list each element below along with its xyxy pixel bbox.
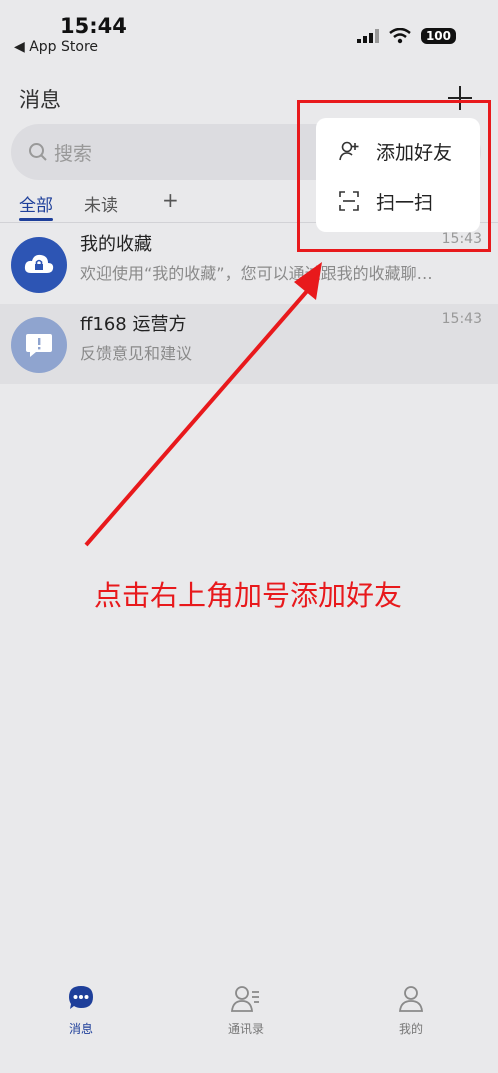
tab-label: 消息 (68, 1022, 93, 1036)
tab-me[interactable]: 我的 (351, 980, 471, 1040)
tab-contacts[interactable]: 通讯录 (186, 980, 306, 1040)
bottom-tab-bar: 消息 通讯录 我的 (0, 980, 498, 1040)
tab-messages[interactable]: 消息 (21, 980, 141, 1040)
profile-icon (399, 986, 423, 1012)
tab-label: 通讯录 (227, 1022, 264, 1036)
annotation-text: 点击右上角加号添加好友 (94, 579, 403, 612)
contacts-icon (231, 986, 259, 1012)
annotation-arrow (84, 262, 322, 547)
chat-icon (69, 986, 93, 1009)
tab-label: 我的 (398, 1022, 423, 1036)
